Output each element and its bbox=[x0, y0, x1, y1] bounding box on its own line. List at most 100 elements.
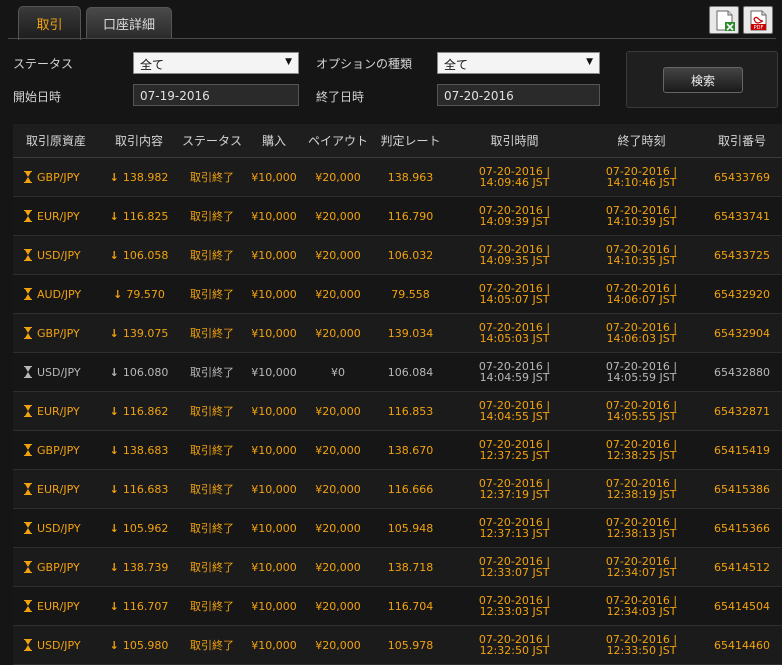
content-value: 79.570 bbox=[126, 287, 165, 301]
trade-time-clock: 14:04:55 JST bbox=[479, 410, 550, 423]
arrow-down-icon: ↓ bbox=[109, 326, 119, 340]
trade-time-clock: 14:04:59 JST bbox=[479, 371, 550, 384]
end-time-clock: 14:06:07 JST bbox=[606, 293, 677, 306]
cell-purchase: ¥10,000 bbox=[245, 235, 303, 275]
cell-status: 取引終了 bbox=[179, 157, 245, 197]
table-row[interactable]: USD/JPY ↓ 105.980 取引終了 ¥10,000 ¥20,000 105.978… bbox=[13, 625, 782, 665]
cell-rate: 116.666 bbox=[373, 469, 448, 509]
status-label: ステータス bbox=[13, 57, 74, 71]
header-purchase[interactable]: 購入 bbox=[245, 124, 303, 158]
hourglass-icon bbox=[24, 171, 32, 183]
tab-account-details[interactable]: 口座詳細 bbox=[86, 7, 172, 38]
cell-end-time: 07-20-2016 | 12:34:03 JST bbox=[581, 586, 702, 626]
cell-end-time: 07-20-2016 | 14:10:46 JST bbox=[581, 157, 702, 197]
cell-payout: ¥20,000 bbox=[303, 508, 373, 548]
asset-name: EUR/JPY bbox=[37, 209, 80, 223]
cell-content: ↓ 105.962 bbox=[99, 508, 179, 548]
cell-content: ↓ 116.707 bbox=[99, 586, 179, 626]
cell-content: ↓ 138.683 bbox=[99, 430, 179, 470]
cell-status: 取引終了 bbox=[179, 391, 245, 431]
asset-name: USD/JPY bbox=[37, 638, 81, 652]
table-row[interactable]: USD/JPY ↓ 106.058 取引終了 ¥10,000 ¥20,000 106.032… bbox=[13, 235, 782, 275]
header-trade-time[interactable]: 取引時間 bbox=[448, 124, 581, 158]
asset-name: AUD/JPY bbox=[37, 287, 82, 301]
end-time-clock: 12:34:07 JST bbox=[606, 566, 677, 579]
table-row[interactable]: AUD/JPY ↓ 79.570 取引終了 ¥10,000 ¥20,000 79.558 07… bbox=[13, 274, 782, 314]
header-rate[interactable]: 判定レート bbox=[373, 124, 448, 158]
table-row[interactable]: GBP/JPY ↓ 138.739 取引終了 ¥10,000 ¥20,000 138.718… bbox=[13, 547, 782, 587]
end-time-clock: 12:38:13 JST bbox=[606, 527, 677, 540]
hourglass-icon bbox=[24, 522, 32, 534]
end-time-clock: 14:10:39 JST bbox=[606, 215, 677, 228]
cell-trade-id: 65414504 bbox=[702, 586, 782, 626]
hourglass-icon bbox=[24, 327, 32, 339]
asset-name: EUR/JPY bbox=[37, 404, 80, 418]
header-trade-id[interactable]: 取引番号 bbox=[702, 124, 782, 158]
chevron-down-icon: ▼ bbox=[586, 57, 593, 67]
header-content[interactable]: 取引内容 bbox=[99, 124, 179, 158]
cell-payout: ¥20,000 bbox=[303, 235, 373, 275]
excel-export-button[interactable] bbox=[709, 6, 739, 34]
cell-asset: EUR/JPY bbox=[13, 469, 99, 509]
status-select[interactable]: 全て ▼ bbox=[133, 52, 299, 74]
content-value: 116.862 bbox=[122, 404, 169, 418]
pdf-export-button[interactable]: PDF bbox=[743, 6, 773, 34]
content-value: 106.080 bbox=[122, 365, 169, 379]
tab-trades-label: 取引 bbox=[36, 18, 63, 33]
search-button-label: 検索 bbox=[690, 73, 715, 88]
cell-trade-time: 07-20-2016 | 14:05:07 JST bbox=[448, 274, 581, 314]
table-row[interactable]: GBP/JPY ↓ 138.683 取引終了 ¥10,000 ¥20,000 138.670… bbox=[13, 430, 782, 470]
header-payout[interactable]: ペイアウト bbox=[303, 124, 373, 158]
arrow-down-icon: ↓ bbox=[109, 209, 119, 223]
start-date-value: 07-19-2016 bbox=[140, 89, 210, 103]
cell-purchase: ¥10,000 bbox=[245, 352, 303, 392]
header-end-time[interactable]: 終了時刻 bbox=[581, 124, 702, 158]
asset-name: GBP/JPY bbox=[37, 326, 80, 340]
table-row[interactable]: EUR/JPY ↓ 116.862 取引終了 ¥10,000 ¥20,000 116.853… bbox=[13, 391, 782, 431]
tab-bar: 取引 口座詳細 PDF bbox=[0, 0, 782, 40]
cell-rate: 116.853 bbox=[373, 391, 448, 431]
option-type-select[interactable]: 全て ▼ bbox=[437, 52, 600, 74]
table-row[interactable]: EUR/JPY ↓ 116.825 取引終了 ¥10,000 ¥20,000 116.790… bbox=[13, 196, 782, 236]
hourglass-icon bbox=[24, 366, 32, 378]
cell-content: ↓ 138.982 bbox=[99, 157, 179, 197]
cell-end-time: 07-20-2016 | 14:05:55 JST bbox=[581, 391, 702, 431]
cell-rate: 116.790 bbox=[373, 196, 448, 236]
table-row[interactable]: GBP/JPY ↓ 138.982 取引終了 ¥10,000 ¥20,000 138.963… bbox=[13, 157, 782, 197]
header-asset[interactable]: 取引原資産 bbox=[13, 124, 99, 158]
search-button[interactable]: 検索 bbox=[663, 67, 743, 93]
hourglass-icon bbox=[24, 288, 32, 300]
table-row[interactable]: GBP/JPY ↓ 139.075 取引終了 ¥10,000 ¥20,000 139.034… bbox=[13, 313, 782, 353]
cell-content: ↓ 138.739 bbox=[99, 547, 179, 587]
cell-status: 取引終了 bbox=[179, 430, 245, 470]
table-row[interactable]: USD/JPY ↓ 106.080 取引終了 ¥10,000 ¥0 106.084 07-20… bbox=[13, 352, 782, 392]
trade-time-clock: 14:05:07 JST bbox=[479, 293, 550, 306]
content-value: 139.075 bbox=[122, 326, 169, 340]
chevron-down-icon: ▼ bbox=[285, 57, 292, 67]
cell-rate: 105.978 bbox=[373, 625, 448, 665]
cell-purchase: ¥10,000 bbox=[245, 625, 303, 665]
cell-rate: 139.034 bbox=[373, 313, 448, 353]
cell-payout: ¥20,000 bbox=[303, 313, 373, 353]
cell-end-time: 07-20-2016 | 14:06:07 JST bbox=[581, 274, 702, 314]
cell-purchase: ¥10,000 bbox=[245, 196, 303, 236]
content-value: 105.980 bbox=[122, 638, 169, 652]
header-status[interactable]: ステータス bbox=[179, 124, 245, 158]
cell-rate: 106.032 bbox=[373, 235, 448, 275]
table-row[interactable]: EUR/JPY ↓ 116.707 取引終了 ¥10,000 ¥20,000 116.704… bbox=[13, 586, 782, 626]
table-row[interactable]: USD/JPY ↓ 105.962 取引終了 ¥10,000 ¥20,000 105.948… bbox=[13, 508, 782, 548]
trade-time-clock: 14:09:39 JST bbox=[479, 215, 550, 228]
arrow-down-icon: ↓ bbox=[109, 248, 119, 262]
cell-status: 取引終了 bbox=[179, 274, 245, 314]
cell-purchase: ¥10,000 bbox=[245, 313, 303, 353]
cell-asset: GBP/JPY bbox=[13, 313, 99, 353]
end-date-field[interactable]: 07-20-2016 bbox=[437, 84, 600, 106]
option-type-select-value: 全て bbox=[444, 58, 469, 72]
hourglass-icon bbox=[24, 639, 32, 651]
table-row[interactable]: EUR/JPY ↓ 116.683 取引終了 ¥10,000 ¥20,000 116.666… bbox=[13, 469, 782, 509]
cell-payout: ¥20,000 bbox=[303, 625, 373, 665]
tab-trades[interactable]: 取引 bbox=[18, 6, 81, 40]
cell-content: ↓ 106.058 bbox=[99, 235, 179, 275]
start-date-field[interactable]: 07-19-2016 bbox=[133, 84, 299, 106]
trade-time-clock: 12:37:25 JST bbox=[479, 449, 550, 462]
